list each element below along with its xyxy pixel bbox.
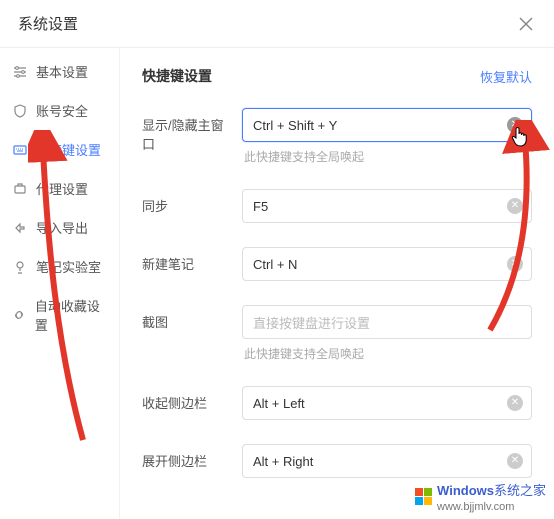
row-label: 展开侧边栏 [142,444,234,470]
lab-icon [12,259,28,275]
sliders-icon [12,64,28,80]
sidebar-item-label: 基本设置 [36,62,88,81]
clear-button[interactable]: ✕ [507,117,523,133]
sidebar-item-label: 自动收藏设置 [35,296,107,334]
shortcut-input-collapse-sidebar[interactable]: Alt + Left ✕ [242,386,532,420]
sidebar-item-label: 笔记实验室 [36,257,101,276]
input-value: Alt + Right [253,454,313,469]
keyboard-icon [12,142,28,158]
row-label: 同步 [142,189,234,215]
input-value: Ctrl + N [253,257,297,272]
sidebar-item-shortcuts[interactable]: 快捷键设置 [0,130,119,169]
shortcut-input-show-hide[interactable]: Ctrl + Shift + Y ✕ [242,108,532,142]
row-label: 收起侧边栏 [142,386,234,412]
row-label: 截图 [142,305,234,331]
clear-button[interactable]: ✕ [507,453,523,469]
link-icon [12,307,27,323]
input-hint: 此快捷键支持全局唤起 [242,148,532,165]
shortcut-input-sync[interactable]: F5 ✕ [242,189,532,223]
sidebar-item-basic[interactable]: 基本设置 [0,52,119,91]
dialog-title: 系统设置 [18,13,78,34]
row-label: 新建笔记 [142,247,234,273]
clear-button[interactable]: ✕ [507,395,523,411]
windows-logo-icon [415,488,433,506]
watermark-domain: www.bjjmlv.com [437,501,514,513]
input-value: F5 [253,199,268,214]
clear-button[interactable]: ✕ [507,198,523,214]
sidebar-item-label: 账号安全 [36,101,88,120]
proxy-icon [12,181,28,197]
watermark-brand: Windows [437,483,494,498]
close-icon [519,17,533,31]
sidebar-item-label: 快捷键设置 [36,140,101,159]
sidebar-item-proxy[interactable]: 代理设置 [0,169,119,208]
sidebar-item-import-export[interactable]: 导入导出 [0,208,119,247]
input-value: Alt + Left [253,396,305,411]
close-button[interactable] [516,14,536,34]
shortcut-input-screenshot[interactable]: 直接按键盘进行设置 [242,305,532,339]
sidebar-item-label: 导入导出 [36,218,88,237]
input-placeholder: 直接按键盘进行设置 [253,313,370,332]
restore-defaults-link[interactable]: 恢复默认 [480,67,532,86]
row-label: 显示/隐藏主窗口 [142,108,234,153]
shortcut-input-expand-sidebar[interactable]: Alt + Right ✕ [242,444,532,478]
sidebar: 基本设置 账号安全 快捷键设置 代理设置 [0,48,120,519]
section-title: 快捷键设置 [142,66,212,86]
input-hint: 此快捷键支持全局唤起 [242,345,532,362]
sidebar-item-auto-collect[interactable]: 自动收藏设置 [0,286,119,344]
shield-icon [12,103,28,119]
sidebar-item-lab[interactable]: 笔记实验室 [0,247,119,286]
input-value: Ctrl + Shift + Y [253,118,337,133]
sidebar-item-security[interactable]: 账号安全 [0,91,119,130]
watermark: Windows系统之家 www.bjjmlv.com [415,480,546,513]
watermark-suffix: 系统之家 [494,483,546,498]
sidebar-item-label: 代理设置 [36,179,88,198]
import-export-icon [12,220,28,236]
clear-button[interactable]: ✕ [507,256,523,272]
content-panel: 快捷键设置 恢复默认 显示/隐藏主窗口 Ctrl + Shift + Y ✕ 此… [120,48,554,519]
shortcut-input-new-note[interactable]: Ctrl + N ✕ [242,247,532,281]
